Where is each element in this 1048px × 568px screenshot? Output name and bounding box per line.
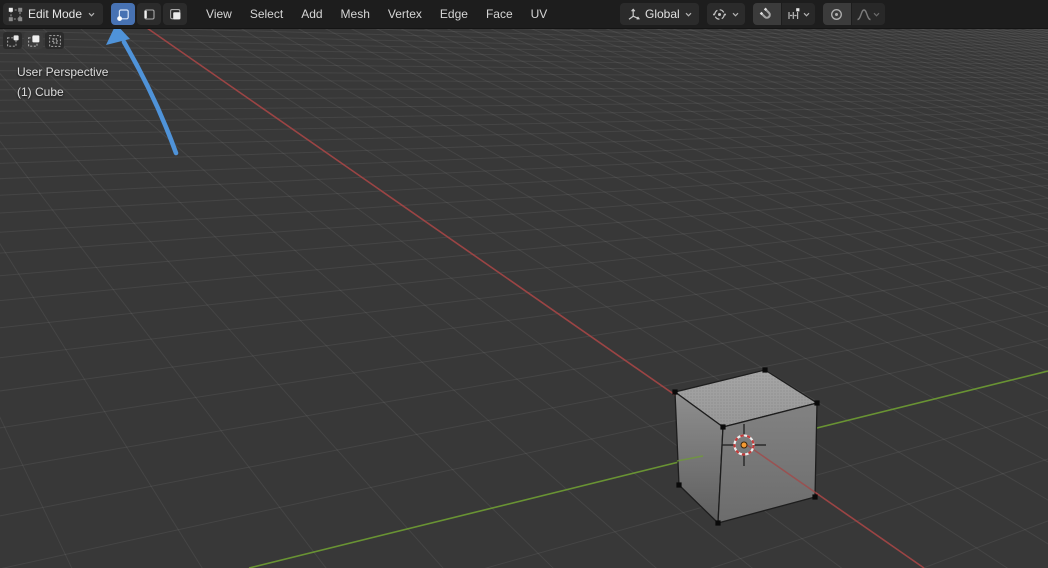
menu-select[interactable]: Select (241, 0, 292, 28)
chevron-down-icon (684, 10, 693, 19)
edge-select-icon (142, 7, 157, 22)
3d-viewport[interactable] (0, 0, 1048, 568)
edge-select-mode-button[interactable] (137, 3, 161, 25)
snap-settings-dropdown[interactable] (782, 3, 815, 25)
magnet-icon (759, 7, 774, 22)
vertex-dot (672, 389, 677, 394)
select-mode-subtract-button[interactable] (45, 32, 64, 49)
select-mode-extend-button[interactable] (24, 32, 43, 49)
vertex-dot (720, 424, 725, 429)
vertex-dot (676, 482, 681, 487)
snap-increment-icon (786, 7, 802, 22)
vertex-dot (812, 494, 817, 499)
mode-selector-label: Edit Mode (28, 7, 82, 21)
chevron-down-icon (872, 10, 881, 19)
select-subtract-icon (48, 34, 62, 48)
select-tool-mode-row (3, 32, 64, 49)
vertex-select-mode-button[interactable] (111, 3, 135, 25)
snap-group (753, 3, 815, 25)
mode-selector-dropdown[interactable]: Edit Mode (3, 3, 103, 25)
transform-orientation-dropdown[interactable]: Global (620, 3, 699, 25)
select-new-icon (6, 34, 20, 48)
chevron-down-icon (802, 10, 811, 19)
proportional-edit-icon (829, 7, 844, 22)
menu-uv[interactable]: UV (522, 0, 557, 28)
menu-add[interactable]: Add (292, 0, 331, 28)
face-select-icon (168, 7, 183, 22)
pivot-point-dropdown[interactable] (707, 3, 745, 25)
falloff-curve-icon (856, 7, 872, 22)
blender-window: Edit Mode (0, 0, 1048, 568)
edit-mode-icon (8, 7, 23, 22)
proportional-falloff-dropdown[interactable] (852, 3, 885, 25)
vertex-select-icon (116, 7, 131, 22)
menu-mesh[interactable]: Mesh (332, 0, 379, 28)
orientation-global-icon (626, 7, 641, 22)
vertex-dot (814, 400, 819, 405)
menu-face[interactable]: Face (477, 0, 522, 28)
vertex-dot (762, 367, 767, 372)
chevron-down-icon (731, 10, 740, 19)
menu-view[interactable]: View (197, 0, 241, 28)
orientation-label: Global (645, 7, 680, 21)
menu-vertex[interactable]: Vertex (379, 0, 431, 28)
chevron-down-icon (87, 10, 96, 19)
vertex-dot (715, 520, 720, 525)
viewport-header: Edit Mode (0, 0, 1048, 28)
header-right-controls: Global (620, 0, 885, 28)
snap-toggle-button[interactable] (753, 3, 781, 25)
mesh-select-mode-group (111, 3, 187, 25)
select-extend-icon (27, 34, 41, 48)
menu-edge[interactable]: Edge (431, 0, 477, 28)
face-select-mode-button[interactable] (163, 3, 187, 25)
proportional-edit-group (823, 3, 885, 25)
pivot-point-icon (712, 7, 727, 22)
proportional-edit-toggle[interactable] (823, 3, 851, 25)
select-mode-new-button[interactable] (3, 32, 22, 49)
viewport-menu-bar: View Select Add Mesh Vertex Edge Face UV (197, 0, 556, 28)
